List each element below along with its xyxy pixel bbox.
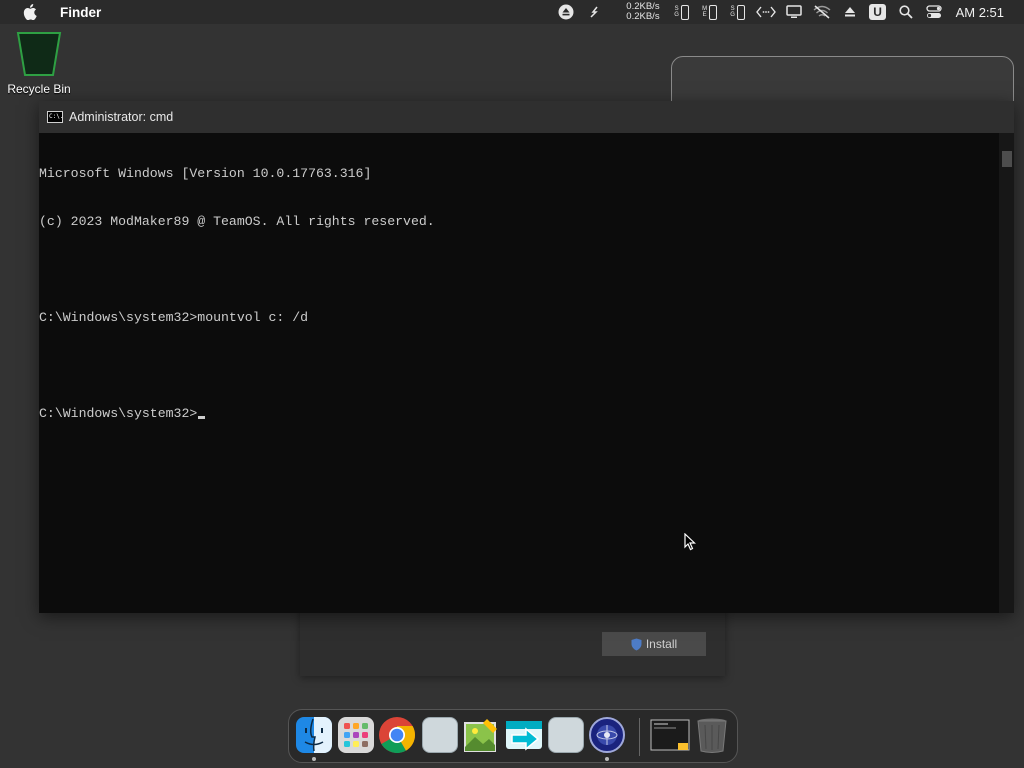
control-center-icon[interactable]: [920, 0, 948, 24]
refresh-icon[interactable]: [580, 0, 608, 24]
dock-running-indicator: [312, 757, 316, 761]
menubar-clock[interactable]: AM 2:51: [948, 5, 1024, 20]
cmd-app-icon: C:\.: [47, 111, 63, 123]
install-label: Install: [645, 637, 678, 651]
console-prompt: C:\Windows\system32>: [39, 406, 198, 421]
text-cursor: [198, 416, 206, 419]
mouse-pointer-icon: [684, 533, 696, 551]
console-line: (c) 2023 ModMaker89 @ TeamOS. All rights…: [39, 214, 435, 229]
cmd-window[interactable]: C:\. Administrator: cmd Microsoft Window…: [39, 101, 1014, 613]
wifi-off-icon[interactable]: [808, 0, 836, 24]
dock-launchpad-icon[interactable]: [338, 717, 374, 753]
apple-logo-icon: [23, 4, 37, 20]
dock: [288, 709, 738, 763]
dock-finder-icon[interactable]: [296, 717, 332, 753]
console-line: C:\Windows\system32>mountvol c: /d: [39, 310, 309, 325]
download-speed: 0.2KB/s: [626, 11, 660, 22]
eject-circle-icon[interactable]: [552, 0, 580, 24]
menu-bar: Finder 0.2KB/s 0.2KB/s SG ME SG U AM 2:5…: [0, 0, 1024, 24]
scrollbar-thumb[interactable]: [1002, 151, 1012, 167]
search-icon[interactable]: [892, 0, 920, 24]
console-prompt-line[interactable]: C:\Windows\system32>: [39, 406, 999, 422]
phone-me-icon[interactable]: ME: [696, 0, 724, 24]
dock-migration-assistant-icon[interactable]: [506, 717, 542, 753]
u-badge-icon[interactable]: U: [864, 0, 892, 24]
dock-separator: [639, 718, 640, 756]
status-tray: 0.2KB/s 0.2KB/s SG ME SG U AM 2:51: [552, 0, 1024, 24]
dock-blank-app-icon[interactable]: [422, 717, 458, 753]
cmd-title-bar[interactable]: C:\. Administrator: cmd: [39, 101, 1014, 133]
cmd-scrollbar[interactable]: [999, 133, 1014, 613]
phone-sg2-icon[interactable]: SG: [724, 0, 752, 24]
phone-sg-icon[interactable]: SG: [668, 0, 696, 24]
dock-trash-icon[interactable]: [695, 717, 731, 753]
dock-screenshot-icon[interactable]: [650, 717, 690, 753]
apple-menu-icon[interactable]: [0, 4, 60, 20]
dock-image-editor-icon[interactable]: [463, 717, 499, 753]
dock-blank-app-2-icon[interactable]: [548, 717, 584, 753]
display-icon[interactable]: [780, 0, 808, 24]
dock-running-indicator: [605, 757, 609, 761]
recycle-bin[interactable]: Recycle Bin: [4, 30, 74, 96]
active-app-name[interactable]: Finder: [60, 5, 101, 20]
code-brackets-icon[interactable]: [752, 0, 780, 24]
eject-icon[interactable]: [836, 0, 864, 24]
dock-network-utility-icon[interactable]: [589, 717, 625, 753]
dock-chrome-icon[interactable]: [379, 717, 415, 754]
recycle-bin-label: Recycle Bin: [7, 82, 71, 96]
cmd-window-title: Administrator: cmd: [69, 110, 174, 124]
recycle-bin-icon: [16, 32, 62, 76]
cmd-console[interactable]: Microsoft Windows [Version 10.0.17763.31…: [39, 133, 999, 613]
network-speed[interactable]: 0.2KB/s 0.2KB/s: [614, 0, 660, 24]
console-line: Microsoft Windows [Version 10.0.17763.31…: [39, 166, 372, 181]
shield-icon: [631, 638, 642, 650]
install-button[interactable]: Install: [602, 632, 706, 656]
